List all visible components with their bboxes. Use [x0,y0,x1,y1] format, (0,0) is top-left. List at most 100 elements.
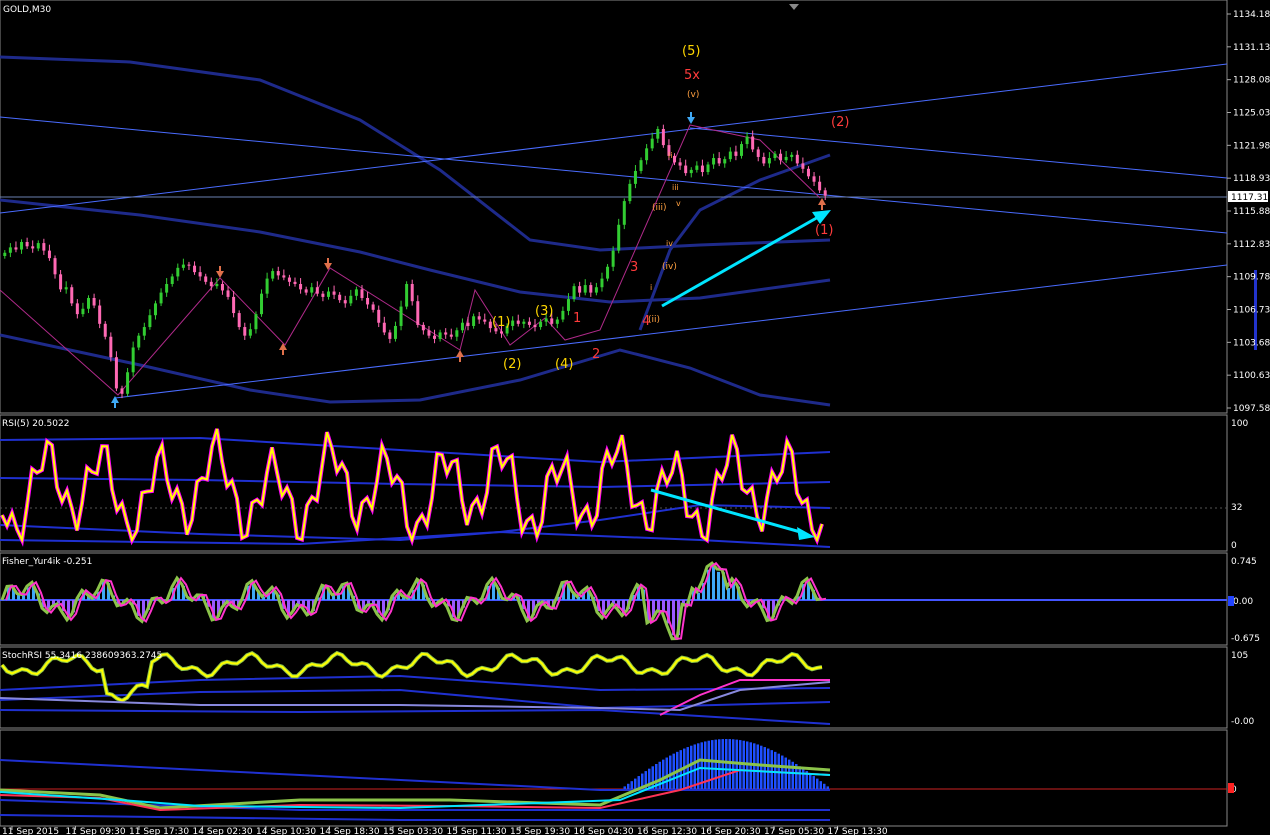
candle-body [511,320,515,326]
panel-frames [0,0,1228,827]
extra-histogram-bar [816,778,819,789]
candle-body [343,300,347,304]
fisher-histogram-bar [712,566,715,600]
time-axis: 11 Sep 2015 11 Sep 09:30 11 Sep 17:30 14 Se… [2,826,888,835]
candle-body [8,247,12,253]
candle-body [47,250,51,259]
time-tick-label: 15 Sep 19:30 [510,827,570,835]
candle-body [589,285,593,293]
candle-body [438,332,442,339]
extra-histogram-bar [627,783,630,789]
candle-body [455,330,459,337]
candle-body [633,170,637,184]
candle-body [773,153,777,159]
candle-body [801,163,805,169]
candle-body [354,289,358,296]
time-tick-label: 17 Sep 13:30 [828,827,888,835]
candle-body [673,155,677,163]
price-tick-label: 1115.88 [1233,207,1270,217]
extra-histogram-bar [718,739,721,789]
candle-body [98,305,102,324]
wave-label-v-small: v [676,199,681,208]
extra-histogram-bar [788,759,791,789]
candle-body [594,287,598,293]
time-tick-label: 11 Sep 2015 [2,827,59,835]
candle-body [656,128,660,139]
extra-histogram-bar [802,768,805,789]
extra-histogram-bar [823,783,826,789]
candle-body [248,329,252,336]
candle-body [232,296,236,314]
extra-histogram-bar [721,739,724,789]
extra-histogram-bar [725,739,728,789]
candle-body [137,335,141,348]
wave-label-iv-small: iv [666,239,673,248]
extra-histogram-bar [711,740,714,789]
candle-body [767,158,771,164]
candle-body [382,322,386,333]
extra-histogram-bar [693,744,696,789]
candle-body [555,319,559,324]
trading-chart[interactable]: GOLD,M30 RSI(5) 20.5022 Fisher_Yur4ik -0… [0,0,1270,835]
candle-body [728,151,732,160]
extra-histogram-bar [665,757,668,789]
candle-body [42,243,46,251]
candle-body [410,283,414,302]
stoch-axis-top: 105 [1231,651,1248,661]
candle-body [700,165,704,173]
wave-label-iii: (iii) [652,203,667,213]
wave-label-2-small: 2 [592,347,600,362]
candle-body [689,169,693,174]
rsi-title: RSI(5) 20.5022 [2,419,69,429]
candle-body [120,388,124,394]
candle-body [315,287,319,294]
current-price-label: 1117.31 [1231,193,1268,203]
candle-body [622,201,626,225]
candle-body [650,138,654,149]
candle-body [159,292,163,304]
candle-body [299,283,303,290]
fisher-axis-top: 0.745 [1231,557,1257,567]
extra-histogram-bar [690,745,693,789]
candle-body [142,327,146,336]
candle-body [181,264,185,268]
candle-body [304,289,308,293]
candle-body [483,319,487,322]
candle-body [739,144,743,156]
candle-body [310,287,314,293]
extra-histogram-bar [760,745,763,789]
candle-body [399,306,403,326]
extra-zero-tag [1228,783,1234,793]
candle-body [126,372,130,394]
candle-body [522,321,526,324]
fisher-histogram-bar [727,588,730,600]
candle-body [779,153,783,161]
price-tick-label: 1103.68 [1233,338,1270,348]
candle-body [271,271,275,279]
candle-body [87,297,91,309]
candle-body [59,274,63,290]
candle-body [684,165,688,174]
fisher-title: Fisher_Yur4ik -0.251 [2,557,92,567]
extra-histogram-bar [756,744,759,789]
extra-histogram-bar [826,786,829,789]
candle-body [405,283,409,307]
candle-body [795,154,799,164]
candle-body [717,158,721,164]
candle-body [293,281,297,284]
fisher-zero-tag [1228,596,1234,606]
candle-body [734,151,738,156]
candle-body [583,285,587,293]
extra-histogram-bar [630,781,633,789]
wave-label-i-small: i [650,283,652,292]
price-tick-label: 1125.03 [1233,109,1270,119]
wave-label-iv: (iv) [662,262,677,272]
candle-body [215,283,219,287]
candle-body [784,156,788,161]
candle-body [477,316,481,320]
wave-label-3-yellow: (3) [535,304,553,319]
candle-body [377,309,381,323]
wave-label-3-small: 3 [630,260,638,275]
candle-body [237,313,241,328]
candle-body [265,278,269,294]
